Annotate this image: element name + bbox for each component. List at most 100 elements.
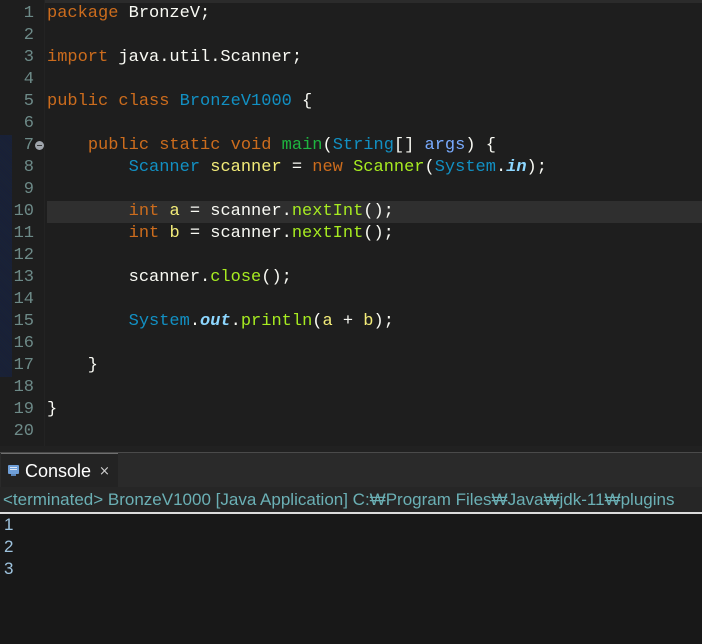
code-token: a bbox=[322, 312, 333, 331]
console-icon bbox=[8, 465, 19, 477]
code-line[interactable]: 11 int b = scanner.nextInt(); bbox=[0, 223, 702, 245]
code-line[interactable]: 18 bbox=[0, 377, 702, 399]
code-text: } bbox=[47, 355, 702, 377]
console-tab-label: Console bbox=[25, 460, 92, 481]
code-token: ( bbox=[424, 158, 435, 177]
line-number: 13 bbox=[13, 268, 34, 287]
code-text: Scanner scanner = new Scanner(System.in)… bbox=[47, 157, 702, 179]
code-token: main bbox=[281, 136, 323, 155]
code-line[interactable]: 12 bbox=[0, 245, 702, 267]
code-token: . bbox=[189, 312, 201, 331]
code-line[interactable]: 8 Scanner scanner = new Scanner(System.i… bbox=[0, 157, 702, 179]
code-line[interactable]: 10 int a = scanner.nextInt(); bbox=[0, 201, 702, 223]
code-text: public class BronzeV1000 { bbox=[47, 91, 702, 113]
code-token: = scanner. bbox=[179, 202, 292, 221]
code-token: println bbox=[240, 312, 313, 331]
code-line[interactable]: 2 bbox=[0, 25, 702, 47]
code-line[interactable]: 20 bbox=[0, 421, 702, 443]
code-line[interactable]: 3 import java.util.Scanner; bbox=[0, 47, 702, 69]
tab-console[interactable]: Console × bbox=[1, 453, 118, 488]
console-tab-bar: Console × bbox=[0, 453, 702, 488]
code-token: ) { bbox=[465, 136, 496, 155]
code-token: = bbox=[281, 158, 313, 177]
code-token: package bbox=[47, 4, 119, 23]
line-number: 7 bbox=[23, 136, 34, 155]
code-token: (); bbox=[261, 268, 292, 287]
fold-collapse-icon[interactable] bbox=[35, 141, 44, 150]
line-number: 9 bbox=[23, 180, 34, 199]
code-line[interactable]: 6 bbox=[0, 113, 702, 135]
code-token: System bbox=[128, 312, 190, 331]
code-editor[interactable]: 1 package BronzeV; 2 3 import java.util.Scan… bbox=[0, 0, 702, 446]
code-token: Scanner bbox=[128, 158, 201, 177]
code-token: a bbox=[169, 202, 180, 221]
code-token: int bbox=[128, 202, 160, 221]
line-number: 14 bbox=[13, 290, 34, 309]
code-text: int a = scanner.nextInt(); bbox=[47, 201, 702, 223]
code-token: (); bbox=[363, 202, 394, 221]
close-icon[interactable]: × bbox=[99, 464, 110, 479]
code-token: nextInt bbox=[291, 224, 364, 243]
code-token: import bbox=[47, 48, 109, 67]
console-output[interactable]: 1 2 3 bbox=[0, 514, 702, 644]
code-token: + bbox=[332, 312, 364, 331]
code-token: b bbox=[363, 312, 374, 331]
code-token: static bbox=[159, 136, 221, 155]
line-number: 3 bbox=[23, 48, 34, 67]
code-token: System bbox=[434, 158, 496, 177]
code-token: int bbox=[128, 224, 160, 243]
code-token: public bbox=[47, 92, 109, 111]
console-process-header: <terminated> BronzeV1000 [Java Applicati… bbox=[0, 487, 702, 513]
code-line[interactable]: 14 bbox=[0, 289, 702, 311]
code-line[interactable]: 1 package BronzeV; bbox=[0, 3, 702, 25]
code-token: close bbox=[210, 268, 262, 287]
code-token: b bbox=[169, 224, 180, 243]
console-output-line: 1 bbox=[4, 515, 14, 534]
line-number: 17 bbox=[13, 356, 34, 375]
code-token: . bbox=[230, 312, 241, 331]
code-token: void bbox=[230, 136, 272, 155]
line-number: 12 bbox=[13, 246, 34, 265]
code-line[interactable]: 4 bbox=[0, 69, 702, 91]
code-token: new bbox=[312, 158, 343, 177]
code-token: BronzeV1000 bbox=[179, 92, 292, 111]
code-token: = scanner. bbox=[179, 224, 292, 243]
code-line[interactable]: 17 } bbox=[0, 355, 702, 377]
code-token: } bbox=[47, 400, 58, 419]
code-text: int b = scanner.nextInt(); bbox=[47, 223, 702, 245]
code-token: ); bbox=[373, 312, 394, 331]
code-line[interactable]: 19} bbox=[0, 399, 702, 421]
code-token: public bbox=[87, 136, 150, 155]
code-token: in bbox=[506, 158, 527, 177]
code-line[interactable]: 15 System.out.println(a + b); bbox=[0, 311, 702, 333]
code-line[interactable]: 7 public static void main(String[] args)… bbox=[0, 135, 702, 157]
code-line[interactable]: 5 public class BronzeV1000 { bbox=[0, 91, 702, 113]
line-number: 1 bbox=[23, 4, 34, 23]
code-line[interactable]: 16 bbox=[0, 333, 702, 355]
code-line[interactable]: 13 scanner.close(); bbox=[0, 267, 702, 289]
code-token: } bbox=[47, 356, 99, 375]
code-token: [] bbox=[393, 136, 425, 155]
code-token: { bbox=[291, 92, 313, 111]
code-token: class bbox=[118, 92, 170, 111]
code-token: out bbox=[200, 312, 231, 331]
code-line[interactable]: 9 bbox=[0, 179, 702, 201]
line-number: 18 bbox=[13, 378, 34, 397]
code-token: nextInt bbox=[291, 202, 364, 221]
line-number: 20 bbox=[13, 422, 34, 441]
line-number: 2 bbox=[23, 26, 34, 45]
code-text: public static void main(String[] args) { bbox=[47, 135, 702, 157]
line-number: 5 bbox=[23, 92, 34, 111]
